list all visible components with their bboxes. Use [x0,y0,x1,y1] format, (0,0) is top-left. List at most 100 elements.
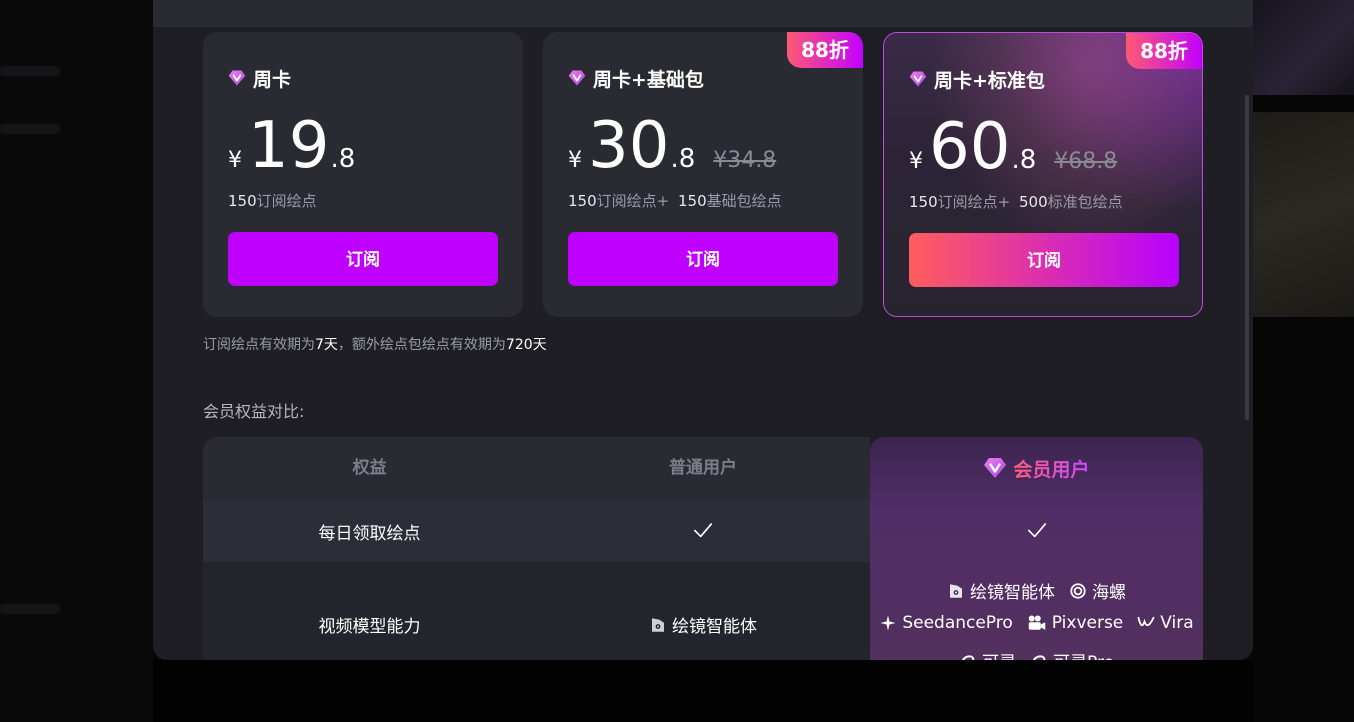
plan-price: ¥ 19 .8 [228,114,355,184]
price-decimal: .8 [330,144,356,174]
subscribe-button[interactable]: 订阅 [228,232,498,286]
background-ghost-item [0,124,60,134]
plan-title: 周卡+标准包 [909,67,1045,92]
model-name: 绘镜智能体 [672,617,757,637]
huijing-logo-icon [950,583,962,598]
kling-logo-icon [1032,654,1046,660]
seedance-star-icon [880,615,896,631]
table-header: 权益 普通用户 [203,437,870,499]
table-row: 每日领取绘点 [203,499,870,562]
plan-price: ¥ 60 .8 ¥68.8 [909,115,1117,185]
discount-badge: 88折 [1126,33,1202,69]
vip-model: 海螺 [1069,578,1126,603]
points-label: 订阅绘点+ [596,192,670,210]
model-name: SeedancePro [902,613,1013,633]
price-currency: ¥ [568,148,582,173]
price-currency: ¥ [228,148,242,173]
background-ghost-item [0,66,60,76]
header-vip-label: 会员用户 [1013,455,1089,482]
validity-days: 7天 [315,337,338,353]
original-price: ¥34.8 [713,148,777,173]
comparison-title: 会员权益对比: [203,402,305,421]
price-decimal: .8 [1011,145,1037,175]
background-right-panel [1253,0,1354,722]
header-benefit: 权益 [352,458,387,478]
vip-model: 可灵 [959,648,1016,660]
vip-model: 可灵Pro [1030,648,1114,660]
subscription-modal: 周卡 ¥ 19 .8 150订阅绘点 订阅 88折 周卡+基础包 ¥ 30 .8… [153,0,1253,660]
plan-title: 周卡+基础包 [568,66,704,91]
header-normal-user: 普通用户 [669,458,737,478]
vip-model: 绘镜智能体 [947,578,1055,603]
price-currency: ¥ [909,149,923,174]
plan-points: 150订阅绘点+ 150基础包绘点 [568,190,782,211]
plan-points: 150订阅绘点+ 500标准包绘点 [909,191,1123,212]
check-icon [693,523,713,538]
hailuo-spiral-icon [1070,582,1086,599]
plan-card-week: 周卡 ¥ 19 .8 150订阅绘点 订阅 [203,32,523,317]
header-vip-user: 会员用户 [870,437,1203,499]
benefits-table: 权益 普通用户 每日领取绘点 视频模型能力 绘镜智能体 会员用户 绘镜智能体 海… [203,437,1203,660]
price-integer: 19 [248,109,330,183]
kling-logo-icon [961,654,975,660]
validity-note: 订阅绘点有效期为7天，额外绘点包绘点有效期为720天 [203,334,547,354]
price-integer: 60 [929,110,1011,184]
subscribe-button[interactable]: 订阅 [909,233,1179,287]
vip-models-line-1: 绘镜智能体 海螺 [870,578,1203,603]
points-number: 150 [568,192,597,210]
vip-gem-icon [984,458,1007,478]
modal-header [153,0,1253,27]
model-name: 可灵Pro [1053,648,1114,660]
modal-scrollbar[interactable] [1245,95,1249,420]
points-label: 订阅绘点+ [937,193,1011,211]
vira-logo-icon [1137,616,1155,627]
vip-model: Vira [1137,613,1194,633]
vip-model: Pixverse [1027,613,1124,633]
plan-title-text: 周卡+基础包 [593,68,704,91]
plan-title-text: 周卡 [253,68,292,91]
check-icon [1027,523,1046,538]
normal-check [536,519,870,546]
pixverse-camera-icon [1028,615,1046,630]
plan-card-week-basic: 88折 周卡+基础包 ¥ 30 .8 ¥34.8 150订阅绘点+ 150基础包… [543,32,863,317]
background-thumbnail [1253,0,1354,95]
points-number: 150 [909,193,938,211]
model-name: Pixverse [1051,613,1124,633]
benefit-video-model: 视频模型能力 [318,617,421,637]
points-label: 标准包绘点 [1047,193,1123,211]
vip-gem-icon [568,70,586,86]
vip-column: 会员用户 绘镜智能体 海螺 SeedancePro Pixverse Vira [870,437,1203,660]
plan-price: ¥ 30 .8 ¥34.8 [568,114,776,184]
price-decimal: .8 [670,144,696,174]
vip-gem-icon [228,70,246,86]
model-name: Vira [1160,613,1194,633]
background-bottom [153,660,1253,722]
plan-title: 周卡 [228,66,292,91]
vip-model: SeedancePro [879,613,1013,633]
subscribe-button[interactable]: 订阅 [568,232,838,286]
points-label: 基础包绘点 [706,192,782,210]
table-row: 视频模型能力 绘镜智能体 [203,562,870,660]
background-thumbnail [1253,112,1354,317]
price-integer: 30 [588,109,670,183]
points-label: 订阅绘点 [256,192,317,210]
plan-card-week-standard: 88折 周卡+标准包 ¥ 60 .8 ¥68.8 150订阅绘点+ 500标准包… [883,32,1203,317]
background-ghost-item [0,604,60,614]
plan-title-text: 周卡+标准包 [934,69,1045,92]
points-number: 150 [228,192,257,210]
benefit-daily-points: 每日领取绘点 [318,524,421,544]
model-name: 可灵 [982,648,1016,660]
huijing-logo-icon [652,617,664,632]
vip-check [870,519,1203,546]
plan-points: 150订阅绘点 [228,190,317,211]
model-name: 绘镜智能体 [970,583,1055,603]
points-number: 150 [678,192,707,210]
vip-gem-icon [909,71,927,87]
points-number: 500 [1019,193,1048,211]
background-left-panel [0,0,153,722]
validity-text: 订阅绘点有效期为 [203,337,315,353]
validity-days: 720天 [505,337,547,353]
vip-models-line-3: 可灵 可灵Pro [870,648,1203,660]
original-price: ¥68.8 [1054,149,1118,174]
normal-video-model: 绘镜智能体 [536,612,870,637]
